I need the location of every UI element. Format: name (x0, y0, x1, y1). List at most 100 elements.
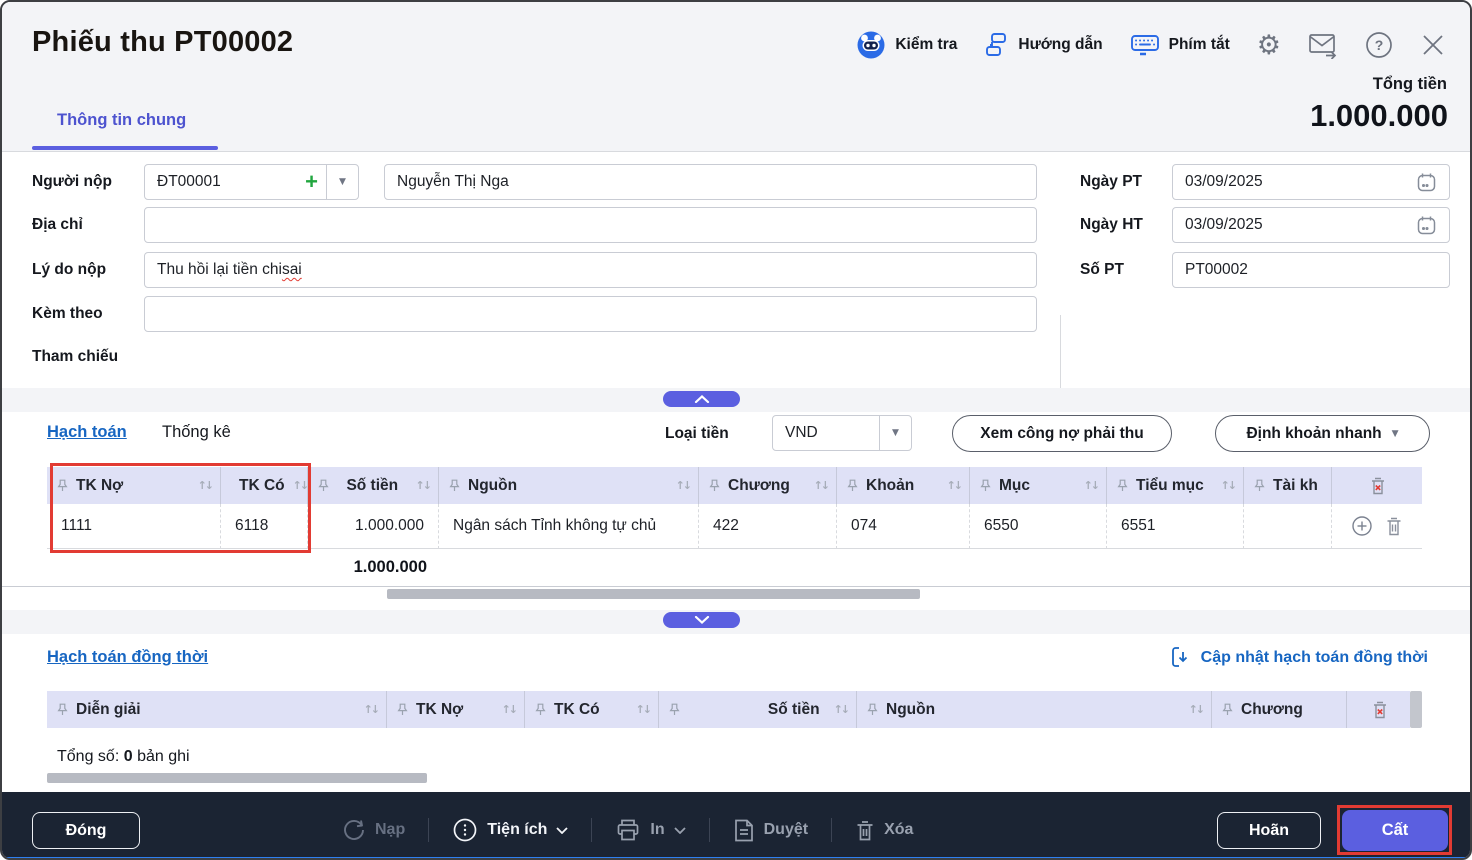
shortcut-button[interactable]: Phím tắt (1130, 32, 1230, 58)
pin-icon (1222, 703, 1233, 716)
voucher-number-field[interactable]: PT00002 (1172, 252, 1450, 288)
chevron-down-icon (674, 827, 686, 834)
column-header-so-tien[interactable]: Số tiền↑↓ (659, 691, 857, 728)
add-row-icon[interactable] (1351, 515, 1373, 537)
pin-icon (318, 479, 329, 492)
column-header-khoan[interactable]: Khoản↑↓ (837, 467, 970, 504)
toolbar-center-group: Nạp Tiện ích In Duyệt Xóa (342, 809, 913, 851)
payer-name-field[interactable]: Nguyễn Thị Nga (384, 164, 1037, 200)
cell-so-tien[interactable]: 1.000.000 (308, 504, 439, 549)
accounting-section: Hạch toán Thống kê Loại tiền VND ▼ Xem c… (2, 412, 1470, 610)
view-receivables-button[interactable]: Xem công nợ phải thu (952, 415, 1172, 452)
payer-code-value: ĐT00001 (145, 173, 221, 191)
sort-icon[interactable]: ↑↓ (636, 703, 650, 716)
settings-gear-icon[interactable]: ⚙ (1257, 32, 1281, 59)
reason-field[interactable]: Thu hồi lại tiền chi sai (144, 252, 1037, 288)
check-button[interactable]: Kiểm tra (856, 30, 957, 60)
table-total-amount: 1.000.000 (47, 558, 439, 577)
expand-down-button[interactable] (663, 612, 740, 628)
cell-tk-no[interactable]: 1111 (47, 504, 221, 549)
svg-text:?: ? (1375, 37, 1384, 53)
delete-button[interactable]: Xóa (855, 819, 913, 842)
column-header-tk-no[interactable]: TK Nợ↑↓ (47, 467, 221, 504)
approve-button[interactable]: Duyệt (733, 818, 808, 843)
sort-icon[interactable]: ↑↓ (1084, 479, 1098, 492)
section-divider-line (2, 586, 1470, 587)
column-header-tk-no[interactable]: TK Nợ↑↓ (387, 691, 525, 728)
sort-icon[interactable]: ↑↓ (293, 479, 307, 492)
guide-button[interactable]: Hướng dẫn (984, 32, 1102, 58)
postpone-button[interactable]: Hoãn (1217, 812, 1321, 849)
vertical-scrollbar[interactable] (1410, 691, 1422, 728)
sort-icon[interactable]: ↑↓ (676, 479, 690, 492)
tab-thong-ke[interactable]: Thống kê (162, 423, 231, 442)
column-header-tk-co[interactable]: TK Có↑↓ (525, 691, 659, 728)
close-icon[interactable] (1420, 32, 1446, 58)
column-header-tieu-muc[interactable]: Tiểu mục↑↓ (1107, 467, 1244, 504)
cell-tk-co[interactable]: 6118 (221, 504, 308, 549)
sort-icon[interactable]: ↑↓ (834, 703, 848, 716)
sort-icon[interactable]: ↑↓ (502, 703, 516, 716)
simultaneous-posting-link[interactable]: Hạch toán đồng thời (47, 648, 208, 667)
pin-icon (709, 479, 720, 492)
reload-button[interactable]: Nạp (342, 818, 405, 842)
column-header-so-tien[interactable]: Số tiền↑↓ (308, 467, 439, 504)
tab-hach-toan[interactable]: Hạch toán (47, 423, 127, 442)
horizontal-scrollbar[interactable] (47, 773, 427, 783)
sort-icon[interactable]: ↑↓ (947, 479, 961, 492)
voucher-number-label: Số PT (1080, 261, 1124, 279)
shortcut-label: Phím tắt (1169, 36, 1230, 54)
utilities-button[interactable]: Tiện ích (452, 817, 568, 843)
sort-icon[interactable]: ↑↓ (198, 479, 212, 492)
cell-row-actions (1332, 504, 1422, 549)
currency-select[interactable]: VND ▼ (772, 415, 912, 451)
column-header-delete[interactable] (1347, 691, 1410, 728)
column-header-nguon[interactable]: Nguồn↑↓ (439, 467, 699, 504)
close-button[interactable]: Đóng (32, 812, 140, 849)
calendar-icon[interactable] (1416, 215, 1437, 236)
print-button[interactable]: In (615, 818, 685, 842)
save-button[interactable]: Cất (1342, 810, 1448, 851)
add-payer-icon[interactable]: + (297, 171, 326, 193)
column-header-chuong[interactable]: Chương↑↓ (699, 467, 837, 504)
accounting-table-row[interactable]: 1111 6118 1.000.000 Ngân sách Tỉnh không… (47, 504, 1422, 549)
sort-icon[interactable]: ↑↓ (814, 479, 828, 492)
cell-nguon[interactable]: Ngân sách Tỉnh không tự chủ (439, 504, 699, 549)
utilities-icon (452, 817, 478, 843)
collapse-up-button[interactable] (663, 391, 740, 407)
column-header-delete[interactable] (1332, 467, 1422, 504)
column-header-tk-co[interactable]: TK Có↑↓ (221, 467, 308, 504)
cell-tai-khoan[interactable] (1244, 504, 1332, 549)
column-header-chuong[interactable]: Chương (1212, 691, 1347, 728)
column-header-dien-giai[interactable]: Diễn giải↑↓ (47, 691, 387, 728)
cell-khoan[interactable]: 074 (837, 504, 970, 549)
cell-chuong[interactable]: 422 (699, 504, 837, 549)
voucher-date-value: 03/09/2025 (1185, 173, 1263, 191)
reason-value: Thu hồi lại tiền chi (157, 261, 282, 279)
payer-code-field[interactable]: ĐT00001 + ▼ (144, 164, 359, 200)
sort-icon[interactable]: ↑↓ (1221, 479, 1235, 492)
voucher-date-field[interactable]: 03/09/2025 (1172, 164, 1450, 200)
attachment-field[interactable] (144, 296, 1037, 332)
tab-general-info[interactable]: Thông tin chung (57, 111, 186, 130)
send-mail-icon[interactable] (1308, 32, 1338, 59)
sort-icon[interactable]: ↑↓ (364, 703, 378, 716)
horizontal-scrollbar[interactable] (387, 589, 920, 599)
payer-dropdown-button[interactable]: ▼ (326, 165, 358, 199)
quick-posting-button[interactable]: Định khoản nhanh ▼ (1215, 415, 1430, 452)
column-header-nguon[interactable]: Nguồn↑↓ (857, 691, 1212, 728)
delete-row-icon[interactable] (1385, 516, 1403, 537)
address-field[interactable] (144, 207, 1037, 243)
calendar-icon[interactable] (1416, 172, 1437, 193)
sort-icon[interactable]: ↑↓ (1189, 703, 1203, 716)
column-header-tai-khoan[interactable]: Tài kh (1244, 467, 1332, 504)
update-simultaneous-link[interactable]: Cập nhật hạch toán đồng thời (1171, 646, 1428, 670)
column-header-muc[interactable]: Mục↑↓ (970, 467, 1107, 504)
help-icon[interactable]: ? (1365, 31, 1393, 59)
sort-icon[interactable]: ↑↓ (416, 479, 430, 492)
cell-muc[interactable]: 6550 (970, 504, 1107, 549)
total-amount-label: Tổng tiền (1373, 75, 1447, 94)
currency-dropdown-button[interactable]: ▼ (879, 416, 911, 450)
cell-tieu-muc[interactable]: 6551 (1107, 504, 1244, 549)
posting-date-field[interactable]: 03/09/2025 (1172, 207, 1450, 243)
